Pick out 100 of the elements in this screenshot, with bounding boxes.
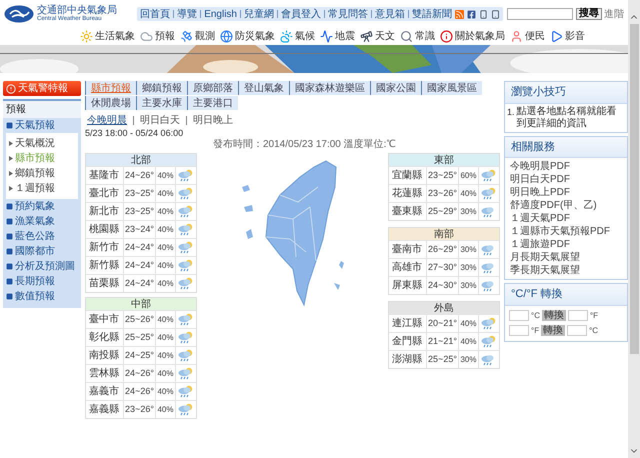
- temperature-cell: 25~29°: [427, 203, 459, 220]
- service-link[interactable]: 今晚明晨PDF: [510, 160, 622, 173]
- tab[interactable]: 主要港口: [187, 96, 238, 110]
- top-link[interactable]: 會員登入: [281, 6, 321, 22]
- tab[interactable]: 原鄉部落: [187, 81, 238, 95]
- county-link[interactable]: 嘉義縣: [86, 401, 124, 418]
- convert-button[interactable]: 轉換: [541, 325, 566, 336]
- scrollbar-thumb[interactable]: [630, 24, 638, 354]
- search-button[interactable]: 搜尋: [576, 8, 602, 20]
- county-link[interactable]: 臺北市: [86, 185, 124, 202]
- weather-alert-button[interactable]: 天氣警特報: [3, 81, 81, 96]
- sidebar-item[interactable]: 藍色公路: [3, 229, 81, 244]
- tab[interactable]: 登山氣象: [238, 81, 289, 95]
- temperature-input[interactable]: [509, 325, 529, 336]
- nav-item[interactable]: 便民: [510, 29, 545, 44]
- sidebar-item[interactable]: 國際都市: [3, 244, 81, 259]
- advanced-search-link[interactable]: 進階: [604, 6, 624, 22]
- scrollbar[interactable]: [628, 0, 640, 458]
- temperature-cell: 25~26°: [124, 311, 156, 328]
- tab[interactable]: 國家森林遊樂區: [289, 81, 370, 95]
- rain-chance-cell: 30%: [459, 241, 479, 258]
- sidebar-item[interactable]: 數值預報: [3, 289, 81, 304]
- rain-chance-cell: 30%: [459, 277, 479, 294]
- county-link[interactable]: 臺中市: [86, 311, 124, 328]
- service-link[interactable]: 明日晚上PDF: [510, 186, 622, 199]
- county-link[interactable]: 澎湖縣: [389, 351, 427, 368]
- box-title: 瀏覽小技巧: [505, 82, 627, 104]
- county-link[interactable]: 屏東縣: [389, 277, 427, 294]
- nav-item[interactable]: 防災氣象: [220, 29, 275, 44]
- period-tab[interactable]: 今晚明晨: [87, 113, 127, 128]
- service-link[interactable]: １週旅遊PDF: [510, 238, 622, 251]
- top-link[interactable]: 意見箱: [375, 6, 405, 22]
- county-link[interactable]: 桃園縣: [86, 221, 124, 238]
- nav-item[interactable]: 地震: [320, 29, 355, 44]
- nav-item[interactable]: 生活氣象: [80, 29, 135, 44]
- county-link[interactable]: 宜蘭縣: [389, 167, 427, 184]
- top-link[interactable]: 常見問答: [328, 6, 368, 22]
- nav-item[interactable]: 影音: [550, 29, 585, 44]
- county-link[interactable]: 高雄市: [389, 259, 427, 276]
- county-link[interactable]: 苗栗縣: [86, 275, 124, 292]
- nav-item[interactable]: 關於氣象局: [440, 29, 505, 44]
- top-link[interactable]: 回首頁: [140, 6, 170, 22]
- nav-item[interactable]: 常識: [400, 29, 435, 44]
- sidebar-item[interactable]: 天氣預報: [3, 118, 81, 133]
- submenu-item[interactable]: 鄉鎮預報: [15, 166, 55, 181]
- sidebar-item[interactable]: 漁業氣象: [3, 214, 81, 229]
- service-link[interactable]: 舒適度PDF(甲、乙): [510, 199, 622, 212]
- sun-cloud-rain-icon: [177, 205, 195, 218]
- county-link[interactable]: 新竹縣: [86, 257, 124, 274]
- county-link[interactable]: 臺東縣: [389, 203, 427, 220]
- county-link[interactable]: 彰化縣: [86, 329, 124, 346]
- top-link[interactable]: English: [204, 6, 237, 22]
- sun-cloud-rain-icon: [177, 187, 195, 200]
- phone-icon[interactable]: [479, 10, 488, 18]
- county-link[interactable]: 金門縣: [389, 333, 427, 350]
- sidebar-item[interactable]: 分析及預測圖: [3, 259, 81, 274]
- top-link[interactable]: 兒童網: [244, 6, 274, 22]
- rss-icon[interactable]: [455, 10, 464, 18]
- nav-item[interactable]: 天文: [360, 29, 395, 44]
- submenu-item[interactable]: １週預報: [15, 181, 55, 196]
- submenu-item[interactable]: 天氣概況: [15, 136, 55, 151]
- nav-item[interactable]: 氣候: [280, 29, 315, 44]
- nav-item[interactable]: 觀測: [180, 29, 215, 44]
- convert-button[interactable]: 轉換: [542, 310, 566, 321]
- tab[interactable]: 主要水庫: [136, 96, 187, 110]
- sun-cloud-rain-icon: [177, 169, 195, 182]
- service-link[interactable]: 明日白天PDF: [510, 173, 622, 186]
- tab[interactable]: 休閒農場: [85, 96, 136, 110]
- sidebar-item[interactable]: 預約氣象: [3, 199, 81, 214]
- facebook-icon[interactable]: [467, 10, 476, 18]
- county-link[interactable]: 連江縣: [389, 315, 427, 332]
- search-field[interactable]: [507, 8, 573, 20]
- service-link[interactable]: 月長期天氣展望: [510, 251, 622, 264]
- county-link[interactable]: 臺南市: [389, 241, 427, 258]
- county-link[interactable]: 新北市: [86, 203, 124, 220]
- top-link[interactable]: 雙語新聞: [412, 6, 452, 22]
- period-tab[interactable]: 明日晚上: [193, 113, 233, 128]
- county-link[interactable]: 基隆市: [86, 167, 124, 184]
- tablet-icon[interactable]: [491, 10, 500, 18]
- temperature-input[interactable]: [509, 310, 529, 321]
- temperature-cell: 24~26°: [124, 365, 156, 382]
- period-tab[interactable]: 明日白天: [140, 113, 180, 128]
- tab[interactable]: 鄉鎮預報: [136, 81, 187, 95]
- sidebar-item[interactable]: 長期預報: [3, 274, 81, 289]
- tab[interactable]: 國家公園: [370, 81, 421, 95]
- service-link[interactable]: １週縣市天氣預報PDF: [510, 225, 622, 238]
- county-link[interactable]: 嘉義市: [86, 383, 124, 400]
- top-link[interactable]: 導覽: [177, 6, 198, 22]
- county-link[interactable]: 新竹市: [86, 239, 124, 256]
- county-link[interactable]: 雲林縣: [86, 365, 124, 382]
- service-link[interactable]: １週天氣PDF: [510, 212, 622, 225]
- rain-chance-cell: 40%: [156, 167, 176, 184]
- temperature-input[interactable]: [568, 310, 588, 321]
- temperature-input[interactable]: [567, 325, 588, 336]
- county-link[interactable]: 南投縣: [86, 347, 124, 364]
- county-link[interactable]: 花蓮縣: [389, 185, 427, 202]
- service-link[interactable]: 季長期天氣展望: [510, 264, 622, 277]
- nav-item[interactable]: 預報: [140, 29, 175, 44]
- bullet-icon: [6, 233, 13, 240]
- tab[interactable]: 國家風景區: [421, 81, 482, 95]
